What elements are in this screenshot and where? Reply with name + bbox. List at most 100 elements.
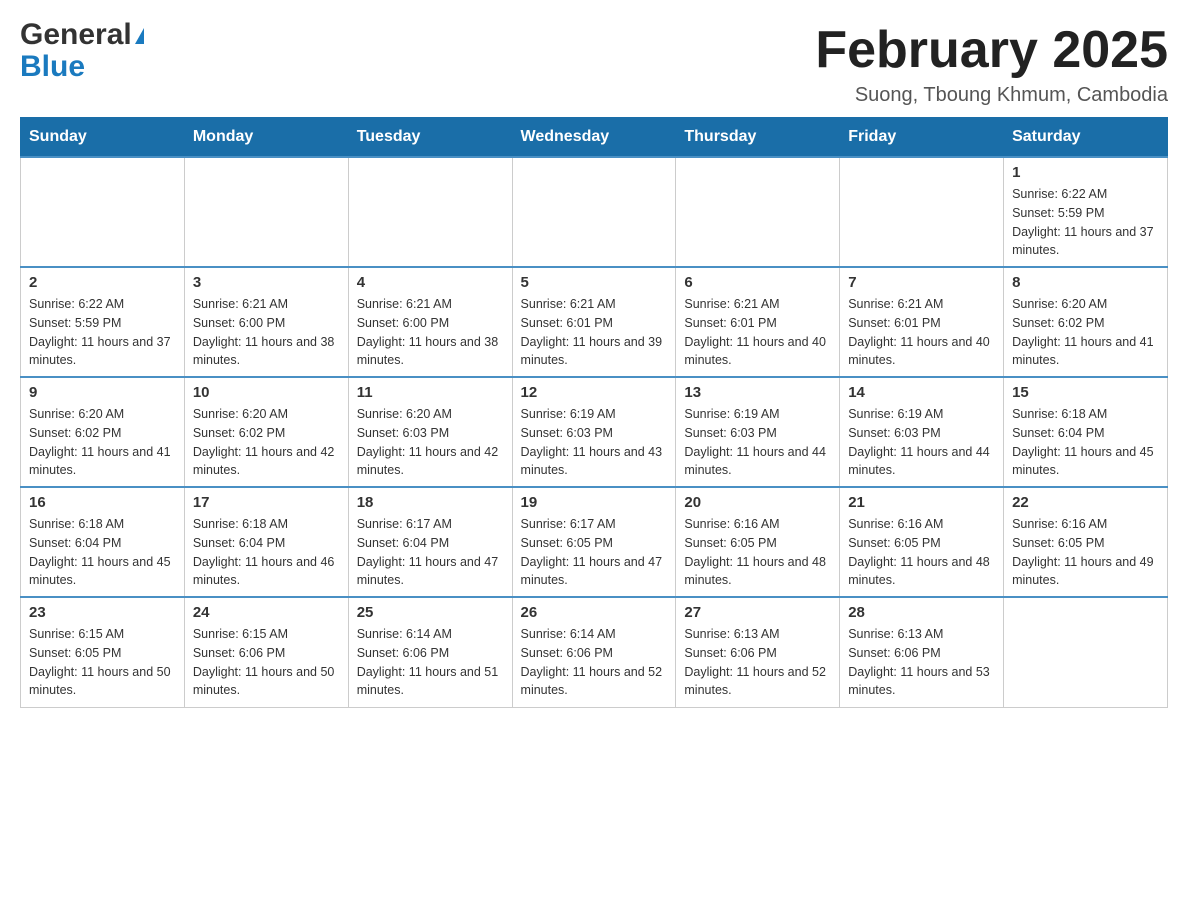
calendar-cell: 5 Sunrise: 6:21 AMSunset: 6:01 PMDaylight… xyxy=(512,267,676,377)
day-info: Sunrise: 6:20 AMSunset: 6:02 PMDaylight:… xyxy=(1012,295,1159,370)
day-number: 26 xyxy=(521,604,668,621)
weekday-header-friday: Friday xyxy=(840,118,1004,158)
calendar-cell: 17 Sunrise: 6:18 AMSunset: 6:04 PMDayligh… xyxy=(184,487,348,597)
calendar-cell: 25 Sunrise: 6:14 AMSunset: 6:06 PMDayligh… xyxy=(348,597,512,707)
day-number: 20 xyxy=(684,494,831,511)
weekday-header-monday: Monday xyxy=(184,118,348,158)
calendar-cell xyxy=(184,157,348,267)
day-info: Sunrise: 6:14 AMSunset: 6:06 PMDaylight:… xyxy=(357,625,504,700)
day-info: Sunrise: 6:13 AMSunset: 6:06 PMDaylight:… xyxy=(684,625,831,700)
day-info: Sunrise: 6:16 AMSunset: 6:05 PMDaylight:… xyxy=(848,515,995,590)
page-header: General Blue February 2025 Suong, Tboung… xyxy=(20,20,1168,107)
calendar-cell: 15Sunrise: 6:18 AMSunset: 6:04 PMDayligh… xyxy=(1004,377,1168,487)
calendar-cell: 16 Sunrise: 6:18 AMSunset: 6:04 PMDayligh… xyxy=(21,487,185,597)
location-subtitle: Suong, Tboung Khmum, Cambodia xyxy=(815,84,1168,107)
logo-general-text: General xyxy=(20,20,132,50)
day-info: Sunrise: 6:18 AMSunset: 6:04 PMDaylight:… xyxy=(193,515,340,590)
day-number: 18 xyxy=(357,494,504,511)
day-number: 2 xyxy=(29,274,176,291)
calendar-cell: 14 Sunrise: 6:19 AMSunset: 6:03 PMDayligh… xyxy=(840,377,1004,487)
day-info: Sunrise: 6:20 AMSunset: 6:02 PMDaylight:… xyxy=(193,405,340,480)
day-number: 28 xyxy=(848,604,995,621)
day-number: 14 xyxy=(848,384,995,401)
calendar-cell xyxy=(676,157,840,267)
calendar-cell: 10 Sunrise: 6:20 AMSunset: 6:02 PMDayligh… xyxy=(184,377,348,487)
calendar-cell: 7 Sunrise: 6:21 AMSunset: 6:01 PMDaylight… xyxy=(840,267,1004,377)
calendar-cell xyxy=(21,157,185,267)
weekday-header-wednesday: Wednesday xyxy=(512,118,676,158)
calendar-cell: 22 Sunrise: 6:16 AMSunset: 6:05 PMDayligh… xyxy=(1004,487,1168,597)
day-number: 16 xyxy=(29,494,176,511)
day-info: Sunrise: 6:20 AMSunset: 6:03 PMDaylight:… xyxy=(357,405,504,480)
day-number: 1 xyxy=(1012,164,1159,181)
weekday-header-thursday: Thursday xyxy=(676,118,840,158)
calendar-cell: 11 Sunrise: 6:20 AMSunset: 6:03 PMDayligh… xyxy=(348,377,512,487)
day-number: 13 xyxy=(684,384,831,401)
day-info: Sunrise: 6:21 AMSunset: 6:01 PMDaylight:… xyxy=(521,295,668,370)
day-info: Sunrise: 6:16 AMSunset: 6:05 PMDaylight:… xyxy=(1012,515,1159,590)
day-info: Sunrise: 6:22 AMSunset: 5:59 PMDaylight:… xyxy=(1012,185,1159,260)
logo-triangle-icon xyxy=(135,28,144,44)
day-info: Sunrise: 6:19 AMSunset: 6:03 PMDaylight:… xyxy=(521,405,668,480)
month-title: February 2025 xyxy=(815,20,1168,80)
day-number: 17 xyxy=(193,494,340,511)
day-info: Sunrise: 6:17 AMSunset: 6:05 PMDaylight:… xyxy=(521,515,668,590)
weekday-header-row: SundayMondayTuesdayWednesdayThursdayFrid… xyxy=(21,118,1168,158)
calendar-week-row: 9 Sunrise: 6:20 AMSunset: 6:02 PMDaylight… xyxy=(21,377,1168,487)
weekday-header-sunday: Sunday xyxy=(21,118,185,158)
day-number: 24 xyxy=(193,604,340,621)
calendar-table: SundayMondayTuesdayWednesdayThursdayFrid… xyxy=(20,117,1168,708)
day-number: 5 xyxy=(521,274,668,291)
day-number: 9 xyxy=(29,384,176,401)
day-number: 15 xyxy=(1012,384,1159,401)
calendar-week-row: 16 Sunrise: 6:18 AMSunset: 6:04 PMDayligh… xyxy=(21,487,1168,597)
calendar-week-row: 1 Sunrise: 6:22 AMSunset: 5:59 PMDaylight… xyxy=(21,157,1168,267)
logo-blue-text: Blue xyxy=(20,50,85,83)
calendar-cell: 9 Sunrise: 6:20 AMSunset: 6:02 PMDaylight… xyxy=(21,377,185,487)
day-info: Sunrise: 6:15 AMSunset: 6:05 PMDaylight:… xyxy=(29,625,176,700)
calendar-cell: 19 Sunrise: 6:17 AMSunset: 6:05 PMDayligh… xyxy=(512,487,676,597)
day-info: Sunrise: 6:22 AMSunset: 5:59 PMDaylight:… xyxy=(29,295,176,370)
day-number: 6 xyxy=(684,274,831,291)
day-info: Sunrise: 6:21 AMSunset: 6:01 PMDaylight:… xyxy=(848,295,995,370)
calendar-cell: 23 Sunrise: 6:15 AMSunset: 6:05 PMDayligh… xyxy=(21,597,185,707)
day-info: Sunrise: 6:13 AMSunset: 6:06 PMDaylight:… xyxy=(848,625,995,700)
calendar-cell: 12 Sunrise: 6:19 AMSunset: 6:03 PMDayligh… xyxy=(512,377,676,487)
calendar-cell: 2 Sunrise: 6:22 AMSunset: 5:59 PMDaylight… xyxy=(21,267,185,377)
calendar-cell: 18Sunrise: 6:17 AMSunset: 6:04 PMDayligh… xyxy=(348,487,512,597)
day-number: 23 xyxy=(29,604,176,621)
calendar-cell: 21 Sunrise: 6:16 AMSunset: 6:05 PMDayligh… xyxy=(840,487,1004,597)
day-info: Sunrise: 6:19 AMSunset: 6:03 PMDaylight:… xyxy=(848,405,995,480)
calendar-cell: 28 Sunrise: 6:13 AMSunset: 6:06 PMDayligh… xyxy=(840,597,1004,707)
calendar-cell: 13 Sunrise: 6:19 AMSunset: 6:03 PMDayligh… xyxy=(676,377,840,487)
calendar-cell: 3 Sunrise: 6:21 AMSunset: 6:00 PMDaylight… xyxy=(184,267,348,377)
day-info: Sunrise: 6:19 AMSunset: 6:03 PMDaylight:… xyxy=(684,405,831,480)
day-number: 4 xyxy=(357,274,504,291)
day-number: 22 xyxy=(1012,494,1159,511)
calendar-week-row: 2 Sunrise: 6:22 AMSunset: 5:59 PMDaylight… xyxy=(21,267,1168,377)
day-number: 8 xyxy=(1012,274,1159,291)
calendar-cell: 27 Sunrise: 6:13 AMSunset: 6:06 PMDayligh… xyxy=(676,597,840,707)
calendar-cell: 6Sunrise: 6:21 AMSunset: 6:01 PMDaylight… xyxy=(676,267,840,377)
day-info: Sunrise: 6:21 AMSunset: 6:00 PMDaylight:… xyxy=(193,295,340,370)
calendar-cell: 1 Sunrise: 6:22 AMSunset: 5:59 PMDaylight… xyxy=(1004,157,1168,267)
calendar-cell xyxy=(1004,597,1168,707)
day-number: 10 xyxy=(193,384,340,401)
day-info: Sunrise: 6:14 AMSunset: 6:06 PMDaylight:… xyxy=(521,625,668,700)
calendar-cell: 8 Sunrise: 6:20 AMSunset: 6:02 PMDaylight… xyxy=(1004,267,1168,377)
day-number: 3 xyxy=(193,274,340,291)
day-number: 27 xyxy=(684,604,831,621)
day-number: 25 xyxy=(357,604,504,621)
title-section: February 2025 Suong, Tboung Khmum, Cambo… xyxy=(815,20,1168,107)
day-info: Sunrise: 6:18 AMSunset: 6:04 PMDaylight:… xyxy=(29,515,176,590)
day-number: 21 xyxy=(848,494,995,511)
calendar-week-row: 23 Sunrise: 6:15 AMSunset: 6:05 PMDayligh… xyxy=(21,597,1168,707)
day-number: 12 xyxy=(521,384,668,401)
day-number: 11 xyxy=(357,384,504,401)
calendar-cell: 24Sunrise: 6:15 AMSunset: 6:06 PMDayligh… xyxy=(184,597,348,707)
day-number: 7 xyxy=(848,274,995,291)
day-info: Sunrise: 6:20 AMSunset: 6:02 PMDaylight:… xyxy=(29,405,176,480)
calendar-cell: 26 Sunrise: 6:14 AMSunset: 6:06 PMDayligh… xyxy=(512,597,676,707)
day-number: 19 xyxy=(521,494,668,511)
day-info: Sunrise: 6:16 AMSunset: 6:05 PMDaylight:… xyxy=(684,515,831,590)
